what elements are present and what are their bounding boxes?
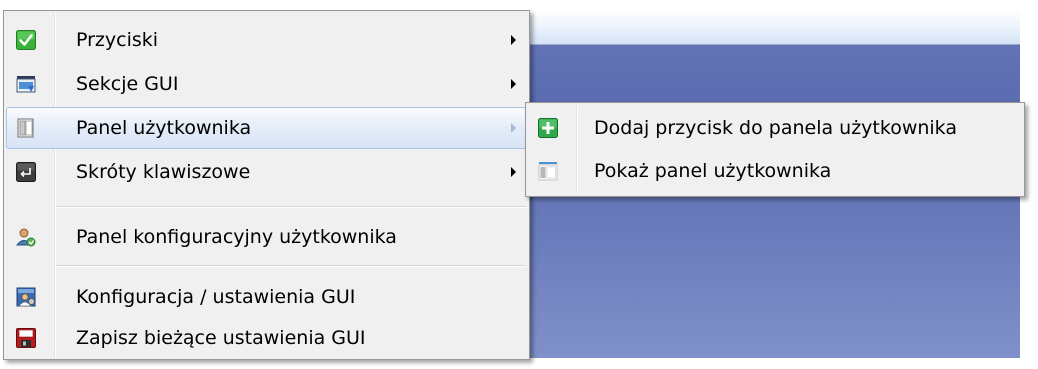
menu-item-user-panel[interactable]: Panel użytkownika — [6, 107, 527, 149]
add-icon — [538, 118, 558, 138]
submenu-arrow-icon — [511, 123, 516, 133]
menu-item-label: Sekcje GUI — [76, 73, 179, 95]
save-icon — [16, 328, 36, 348]
menu-item-buttons[interactable]: Przyciski — [6, 19, 527, 61]
menu-item-label: Panel użytkownika — [76, 117, 252, 139]
checkmark-icon — [16, 30, 36, 50]
window-sections-icon — [16, 74, 36, 94]
submenu-item-label: Pokaż panel użytkownika — [594, 160, 832, 182]
menu-item-gui-settings[interactable]: Konfiguracja / ustawienia GUI — [6, 276, 527, 318]
app-window-titlebar[interactable] — [520, 10, 1020, 45]
submenu-arrow-icon — [511, 35, 516, 45]
menu-separator — [56, 206, 526, 208]
show-panel-icon — [538, 161, 558, 181]
keyboard-shortcut-icon — [16, 162, 36, 182]
menu-item-label: Konfiguracja / ustawienia GUI — [76, 286, 356, 308]
menu-item-gui-sections[interactable]: Sekcje GUI — [6, 63, 527, 105]
menu-item-label: Zapisz bieżące ustawienia GUI — [76, 327, 366, 349]
menu-item-keyboard-shortcuts[interactable]: Skróty klawiszowe — [6, 151, 527, 193]
submenu-item-show-user-panel[interactable]: Pokaż panel użytkownika — [528, 150, 1022, 192]
menu-item-label: Panel konfiguracyjny użytkownika — [76, 226, 397, 248]
menu-item-save-gui-settings[interactable]: Zapisz bieżące ustawienia GUI — [6, 317, 527, 359]
submenu-item-label: Dodaj przycisk do panela użytkownika — [594, 117, 957, 139]
submenu-item-add-button-to-user-panel[interactable]: Dodaj przycisk do panela użytkownika — [528, 107, 1022, 149]
menu-item-label: Skróty klawiszowe — [76, 161, 251, 183]
context-menu: Przyciski Sekcje GUI Panel użytkownika S… — [3, 10, 530, 360]
gui-settings-icon — [16, 287, 36, 307]
submenu-arrow-icon — [511, 167, 516, 177]
menu-item-user-config-panel[interactable]: Panel konfiguracyjny użytkownika — [6, 216, 527, 258]
menu-item-label: Przyciski — [76, 29, 159, 51]
user-panel-icon — [16, 118, 36, 138]
user-panel-submenu: Dodaj przycisk do panela użytkownika Pok… — [525, 102, 1025, 197]
user-config-icon — [15, 227, 36, 247]
submenu-arrow-icon — [511, 79, 516, 89]
menu-separator — [56, 265, 526, 267]
